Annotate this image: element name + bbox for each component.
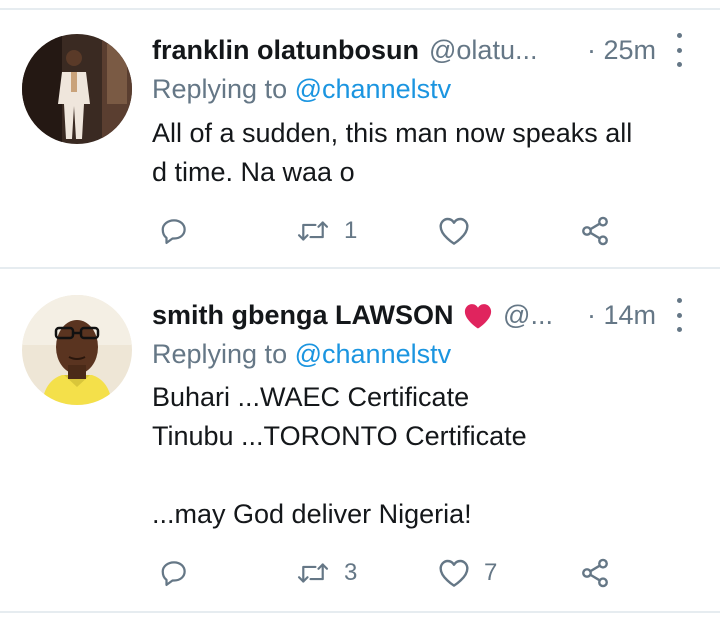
tweet-divider [0,267,720,269]
reply-icon [161,219,186,244]
more-vertical-icon[interactable] [674,298,684,332]
like-button[interactable]: 7 [438,553,497,593]
tweet-text: Buhari ...WAEC Certificate Tinubu ...TOR… [152,382,527,529]
timestamp[interactable]: 14m [587,300,660,331]
heart-icon [439,217,469,245]
mention-link[interactable]: @channelstv [295,339,452,369]
top-divider [0,8,720,10]
retweet-count: 1 [344,217,358,244]
retweet-icon [297,221,329,241]
mention-link[interactable]: @channelstv [295,74,452,104]
retweet-button[interactable]: 3 [296,553,357,593]
replying-to-label: Replying to [152,339,288,369]
red-heart-emoji-icon [464,304,492,329]
display-name[interactable]: smith gbenga LAWSON [152,300,493,331]
heart-icon [439,559,469,587]
avatar-franklin[interactable] [22,34,132,144]
tweet-header: franklin olatunbosun @olatu... 25m [152,30,660,70]
action-bar: 3 7 [0,553,720,593]
user-handle[interactable]: @... [503,300,553,331]
tweet-text: All of a sudden, this man now speaks all… [152,118,633,187]
user-handle[interactable]: @olatu... [429,35,537,66]
action-bar: 1 [0,211,720,251]
tweet-1[interactable]: franklin olatunbosun @olatu... 25m Reply… [0,30,720,260]
share-icon [582,216,608,246]
retweet-count: 3 [344,559,358,586]
replying-to-label: Replying to [152,74,288,104]
retweet-button[interactable]: 1 [296,211,357,251]
replying-to: Replying to @channelstv [152,339,451,370]
reply-icon [161,561,186,586]
share-button[interactable] [579,211,611,251]
share-button[interactable] [579,553,611,593]
timestamp[interactable]: 25m [587,35,660,66]
share-icon [582,558,608,588]
avatar-smith[interactable] [22,295,132,405]
display-name-text: smith gbenga LAWSON [152,299,454,330]
replying-to: Replying to @channelstv [152,74,451,105]
reply-button[interactable] [159,211,203,251]
like-count: 7 [484,559,498,586]
retweet-icon [297,563,329,583]
display-name[interactable]: franklin olatunbosun [152,35,419,66]
tweet-2[interactable]: smith gbenga LAWSON @... 14m Replying to… [0,295,720,605]
bottom-divider [0,611,720,613]
tweet-header: smith gbenga LAWSON @... 14m [152,295,660,335]
more-vertical-icon[interactable] [674,33,684,67]
reply-button[interactable] [159,553,203,593]
like-button[interactable] [438,211,484,251]
